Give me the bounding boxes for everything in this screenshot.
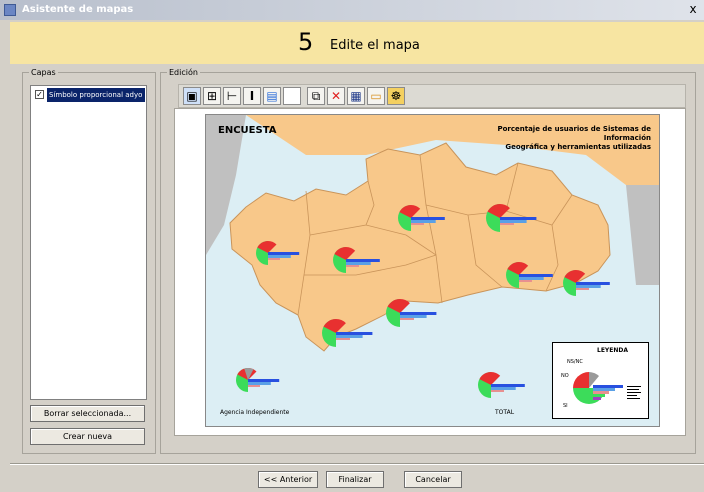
delete-icon[interactable]: ✕ [327,87,345,105]
edit-toolbar: ▣ ⊞ ⊢ I ▤ ⧉ ✕ ▦ ▭ ☸ [178,84,686,108]
map-legend: LEYENDA NS/NC NO SI [552,342,649,419]
pie-bar-3 [400,318,414,320]
pie-bar-2 [248,382,271,385]
pie-bar-1 [491,384,525,387]
legend-graphic [573,372,641,404]
pie-bar-1 [519,274,553,277]
delete-selected-button[interactable]: Borrar seleccionada... [30,405,145,422]
legend-bar-2 [593,388,615,391]
pie-bar-1 [268,252,300,255]
pie-bar-3 [336,338,350,340]
layer-item[interactable]: ✓ Símbolo proporcional adyo [33,88,145,102]
pie-bar-1 [248,379,280,382]
pie-bar-3 [248,385,260,387]
layers-legend: Capas [31,68,56,77]
pie-bar-1 [500,217,537,220]
step-title: Edite el mapa [330,38,420,53]
legend-bar-4 [593,394,605,397]
pie-bar-2 [519,277,544,280]
pie-bar-1 [336,332,373,335]
pie-bar-2 [336,335,363,338]
pie-bar-2 [500,220,527,223]
pie-bar-2 [411,220,436,223]
copy-icon[interactable]: ⧉ [307,87,325,105]
save-icon[interactable]: ▦ [347,87,365,105]
map-subtitle-line2: Geográfica y herramientas utilizadas [505,143,651,151]
cancel-button[interactable]: Cancelar [404,471,462,488]
settings-icon[interactable]: ☸ [387,87,405,105]
back-button[interactable]: << Anterior [258,471,318,488]
pie-bar-3 [411,223,424,225]
legend-no-slice [573,372,589,388]
pie-bar-3 [576,288,589,290]
window-title: Asistente de mapas [22,4,134,15]
pie-bar-1 [576,282,610,285]
label-total: TOTAL [495,409,515,416]
pie-bar-1 [411,217,445,220]
create-new-button[interactable]: Crear nueva [30,428,145,445]
map-subtitle: Porcentaje de usuarios de Sistemas de In… [451,125,651,152]
legend-bar-1 [593,385,623,388]
legend-bar-label-4 [627,395,637,396]
map-subtitle-line1: Porcentaje de usuarios de Sistemas de In… [497,125,651,142]
pie-bar-3 [500,223,514,225]
pie-bar-2 [576,285,601,288]
step-number: 5 [298,28,314,56]
blank-tool-icon[interactable] [283,87,301,105]
layers-list[interactable]: ✓ Símbolo proporcional adyo [30,85,147,400]
legend-bar-label-2 [627,389,639,390]
legend-bar-5 [593,397,601,400]
pie-bar-3 [491,390,504,392]
legend-bar-label-1 [627,386,641,387]
edit-legend: Edición [169,68,198,77]
step-header: 5 Edite el mapa [10,22,704,64]
layer-item-label: Símbolo proporcional adyo [47,88,145,102]
andalusia-region [229,142,611,352]
pie-bar-2 [346,262,371,265]
horizontal-align-icon[interactable]: ⊢ [223,87,241,105]
legend-bar-labels [627,386,641,399]
label-independent-agency: Agencia Independiente [220,409,290,416]
legend-bar-label-3 [627,392,641,393]
map-frame[interactable]: ENCUESTA Porcentaje de usuarios de Siste… [205,114,660,427]
layer-checkbox[interactable]: ✓ [35,90,44,99]
pie-bar-2 [491,387,516,390]
pie-bar-3 [268,258,280,260]
open-folder-icon[interactable]: ▭ [367,87,385,105]
pie-bar-1 [346,259,380,262]
pie-bar-3 [519,280,532,282]
map-title: ENCUESTA [218,125,277,136]
footer-separator-highlight [10,464,704,465]
pie-bar-1 [400,312,437,315]
grid-tool-icon[interactable]: ⊞ [203,87,221,105]
outside-land-east [626,175,659,285]
pie-bar-2 [268,255,291,258]
finish-button[interactable]: Finalizar [326,471,384,488]
pie-bar-3 [346,265,359,267]
window-titlebar: Asistente de mapas x [0,0,704,20]
legend-bar-3 [593,391,609,394]
legend-bar-label-5 [627,398,640,399]
pie-no-slice [491,372,501,385]
close-icon[interactable]: x [686,2,700,16]
image-tool-icon[interactable]: ▤ [263,87,281,105]
app-icon [4,4,16,16]
text-tool-icon[interactable]: I [243,87,261,105]
select-tool-icon[interactable]: ▣ [183,87,201,105]
pie-bar-2 [400,315,427,318]
